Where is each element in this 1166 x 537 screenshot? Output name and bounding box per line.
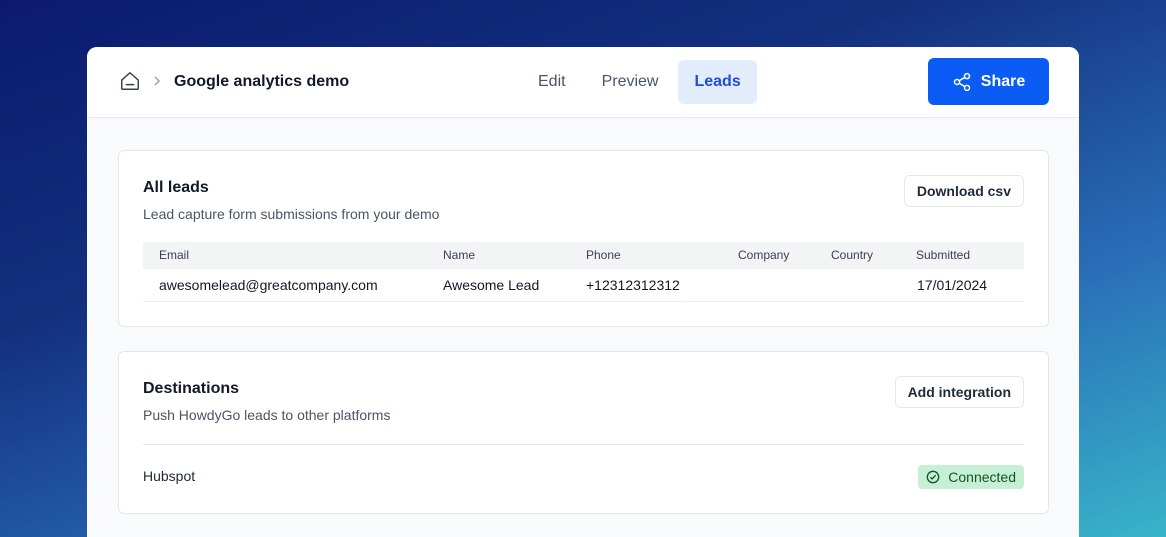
- leads-card: All leads Lead capture form submissions …: [118, 150, 1049, 327]
- column-header-name: Name: [443, 248, 476, 262]
- column-header-country: Country: [831, 248, 874, 262]
- tab-edit[interactable]: Edit: [522, 60, 582, 104]
- leads-title: All leads: [143, 179, 209, 196]
- destinations-subtitle: Push HowdyGo leads to other platforms: [143, 407, 391, 423]
- app-window: Google analytics demo Edit Preview Leads…: [87, 47, 1079, 537]
- column-header-phone: Phone: [586, 248, 621, 262]
- column-header-email: Email: [159, 248, 190, 262]
- home-icon[interactable]: [119, 70, 141, 92]
- destination-name-hubspot: Hubspot: [143, 468, 196, 484]
- cell-email: awesomelead@greatcompany.com: [159, 277, 378, 293]
- tab-bar: Edit Preview Leads: [522, 60, 757, 104]
- column-header-company: Company: [738, 248, 790, 262]
- cell-submitted: 17/01/2024: [917, 277, 988, 293]
- table-header: Email Name Phone Company Country Submitt…: [143, 242, 1024, 269]
- leads-table: Email Name Phone Company Country Submitt…: [143, 242, 1024, 302]
- cell-phone: +12312312312: [586, 277, 680, 293]
- share-label: Share: [980, 72, 1026, 90]
- status-label: Connected: [948, 469, 1016, 485]
- add-integration-button[interactable]: Add integration: [894, 376, 1024, 408]
- destinations-title: Destinations: [143, 380, 240, 397]
- check-circle-icon: [926, 470, 940, 484]
- divider: [143, 444, 1024, 445]
- top-bar: Google analytics demo Edit Preview Leads…: [87, 47, 1079, 118]
- share-button[interactable]: Share: [928, 58, 1049, 105]
- chevron-right-icon: [154, 76, 161, 86]
- status-badge[interactable]: Connected: [918, 465, 1024, 489]
- cell-name: Awesome Lead: [443, 277, 540, 293]
- tab-leads[interactable]: Leads: [678, 60, 757, 104]
- demo-title: Google analytics demo: [174, 73, 350, 90]
- column-header-submitted: Submitted: [916, 248, 971, 262]
- share-icon: [953, 72, 971, 91]
- download-csv-button[interactable]: Download csv: [903, 175, 1024, 207]
- table-row[interactable]: awesomelead@greatcompany.com Awesome Lea…: [143, 269, 1024, 302]
- tab-preview[interactable]: Preview: [586, 60, 675, 104]
- leads-subtitle: Lead capture form submissions from your …: [143, 206, 440, 222]
- destinations-card: Destinations Push HowdyGo leads to other…: [118, 351, 1049, 514]
